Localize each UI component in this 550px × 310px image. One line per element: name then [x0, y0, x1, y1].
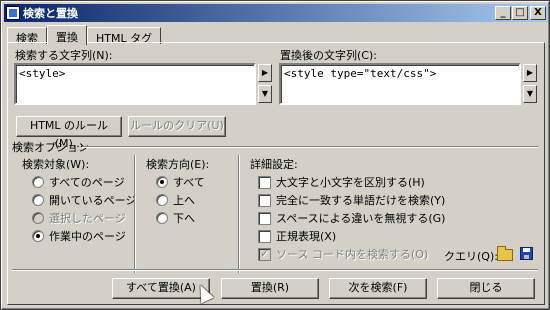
- radio-button: [32, 194, 44, 206]
- tab-strip: 検索 置換 HTML タグ: [7, 25, 162, 45]
- close-window-button[interactable]: X: [530, 6, 546, 20]
- arrow-down-icon: ▼: [526, 89, 534, 98]
- radio-all-pages[interactable]: すべてのページ: [32, 174, 125, 190]
- find-input[interactable]: <style>: [14, 63, 256, 105]
- close-button[interactable]: 閉じる: [437, 278, 535, 299]
- bottom-divider: [12, 269, 538, 271]
- arrow-right-icon: ▶: [261, 68, 269, 77]
- arrow-down-icon: ▼: [261, 89, 269, 98]
- search-target-label: 検索対象(W):: [22, 158, 90, 171]
- radio-direction-down[interactable]: 下へ: [156, 210, 195, 226]
- radio-button: [156, 212, 168, 224]
- radio-direction-all[interactable]: すべて: [156, 174, 205, 190]
- group-divider: [82, 146, 538, 148]
- find-replace-dialog: 検索と置換 _ □ X 検索 置換 HTML タグ 検索する文字列(N): <s…: [0, 0, 550, 310]
- column-divider: [238, 155, 240, 273]
- checkbox: [258, 193, 271, 207]
- advanced-label: 詳細設定:: [250, 158, 298, 171]
- tab-replace[interactable]: 置換: [47, 25, 87, 45]
- title-bar: 検索と置換 _ □ X: [4, 4, 548, 22]
- save-icon[interactable]: [520, 247, 533, 260]
- replace-button[interactable]: 置換(R): [221, 278, 319, 299]
- find-label: 検索する文字列(N):: [15, 49, 113, 62]
- search-options-label: 検索オプション: [12, 141, 89, 154]
- checkbox: [258, 247, 271, 261]
- radio-button: [32, 176, 44, 188]
- radio-button: [156, 176, 168, 188]
- mouse-cursor-icon: [194, 282, 214, 304]
- clear-rule-button[interactable]: ルールのクリア(U): [128, 116, 226, 137]
- check-search-source[interactable]: ソース コード内を検索する(O): [258, 246, 428, 262]
- check-match-case[interactable]: 大文字と小文字を区別する(H): [258, 174, 425, 190]
- find-insert-button[interactable]: ▶: [258, 64, 272, 82]
- window-title: 検索と置換: [23, 7, 78, 20]
- find-next-button[interactable]: 次を検索(F): [329, 278, 427, 299]
- check-regex[interactable]: 正規表現(X): [258, 228, 336, 244]
- radio-current-page[interactable]: 作業中のページ: [32, 228, 126, 244]
- minimize-button[interactable]: _: [495, 6, 511, 20]
- check-whole-word[interactable]: 完全に一致する単語だけを検索(Y): [258, 192, 445, 208]
- replace-insert-button[interactable]: ▶: [523, 64, 537, 82]
- radio-button: [32, 212, 44, 224]
- arrow-right-icon: ▶: [526, 68, 534, 77]
- replace-history-button[interactable]: ▼: [523, 85, 537, 103]
- radio-open-pages[interactable]: 開いているページ: [32, 192, 136, 208]
- replace-input[interactable]: <style type="text/css">: [279, 63, 521, 105]
- radio-direction-up[interactable]: 上へ: [156, 192, 195, 208]
- radio-button: [156, 194, 168, 206]
- checkbox: [258, 211, 271, 225]
- replace-tab-panel: 検索する文字列(N): <style> ▶ ▼ 置換後の文字列(C): <sty…: [7, 42, 545, 305]
- column-divider: [134, 155, 136, 273]
- app-icon: [6, 6, 20, 20]
- find-history-button[interactable]: ▼: [258, 85, 272, 103]
- query-label: クエリ(Q):: [444, 250, 498, 263]
- html-rule-button[interactable]: HTML のルール(M)...: [16, 116, 122, 150]
- replace-label: 置換後の文字列(C):: [280, 49, 377, 62]
- maximize-button[interactable]: □: [512, 6, 528, 20]
- radio-selected-pages[interactable]: 選択したページ: [32, 210, 126, 226]
- check-ignore-whitespace[interactable]: スペースによる違いを無視する(G): [258, 210, 445, 226]
- folder-open-icon[interactable]: [497, 246, 513, 261]
- search-direction-label: 検索方向(E):: [146, 158, 210, 171]
- checkbox: [258, 229, 271, 243]
- checkbox: [258, 175, 271, 189]
- radio-button: [32, 230, 44, 242]
